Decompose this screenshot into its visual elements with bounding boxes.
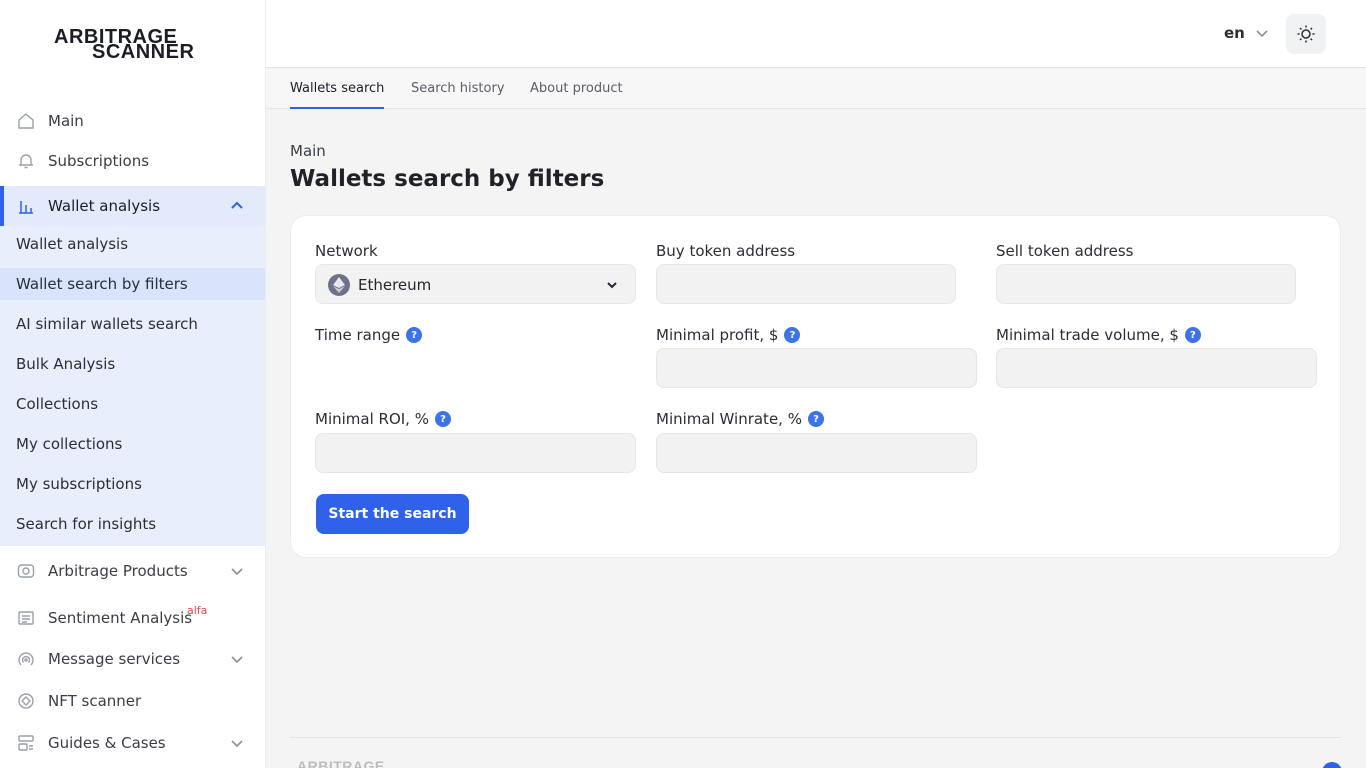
tab-about-product[interactable]: About product [530, 69, 623, 108]
sidebar: ARBITRAGE SCANNER Main Subscriptions Wal… [0, 0, 266, 768]
sidebar-item-guides-cases[interactable]: Guides & Cases [0, 723, 265, 763]
help-icon[interactable]: ? [434, 411, 451, 427]
logo-line-2: SCANNER [92, 41, 195, 63]
active-indicator [0, 186, 4, 226]
chevron-down-icon [1256, 30, 1268, 38]
sidebar-item-sentiment-analysis[interactable]: Sentiment Analysis alfa [0, 598, 265, 638]
sidebar-item-label: Arbitrage Products [48, 562, 188, 580]
sidebar-item-nft-scanner[interactable]: NFT scanner [0, 681, 265, 721]
language-selector[interactable]: en [1224, 24, 1269, 42]
submenu-item-collections[interactable]: Collections [0, 388, 265, 420]
sell-token-input[interactable] [997, 265, 1295, 303]
help-icon[interactable]: ? [807, 411, 824, 427]
tab-bar: Wallets search Search history About prod… [266, 69, 1366, 109]
submenu-item-my-subscriptions[interactable]: My subscriptions [0, 468, 265, 500]
min-winrate-label: Minimal Winrate, % ? [656, 410, 824, 428]
min-roi-label-text: Minimal ROI, % [315, 410, 429, 428]
min-roi-input[interactable] [316, 434, 635, 472]
min-profit-label: Minimal profit, $ ? [656, 326, 801, 344]
ethereum-icon [328, 274, 350, 296]
sidebar-item-label: NFT scanner [48, 692, 142, 710]
support-chat-button[interactable] [1322, 762, 1342, 768]
submenu-item-wallet-analysis[interactable]: Wallet analysis [0, 228, 265, 260]
network-label-text: Network [315, 242, 378, 260]
broadcast-icon [16, 649, 36, 669]
submenu-item-ai-similar-wallets[interactable]: AI similar wallets search [0, 308, 265, 340]
min-winrate-field[interactable] [656, 433, 977, 473]
sell-token-label-text: Sell token address [996, 242, 1134, 260]
help-icon[interactable]: ? [1184, 327, 1201, 343]
network-label: Network [315, 242, 378, 260]
chart-bar-icon [16, 196, 36, 216]
footer-divider [290, 737, 1341, 738]
sidebar-item-arbitrage-products[interactable]: Arbitrage Products [0, 551, 265, 591]
sidebar-item-label: Wallet analysis [48, 197, 161, 215]
min-profit-field[interactable] [656, 348, 977, 388]
buy-token-input[interactable] [657, 265, 955, 303]
submenu-item-search-for-insights[interactable]: Search for insights [0, 508, 265, 540]
submenu-item-my-collections[interactable]: My collections [0, 428, 265, 460]
arbitrage-scanner-logo[interactable]: ARBITRAGE SCANNER [54, 26, 212, 66]
newspaper-icon [16, 608, 36, 628]
min-volume-field[interactable] [996, 348, 1317, 388]
sidebar-item-label: Guides & Cases [48, 734, 166, 752]
sidebar-item-label: Main [48, 112, 84, 130]
chevron-up-icon[interactable] [229, 198, 245, 214]
bell-icon [16, 151, 36, 171]
buy-token-field[interactable] [656, 264, 956, 304]
top-header: en [266, 0, 1366, 68]
chevron-down-icon [605, 278, 619, 296]
start-search-button[interactable]: Start the search [316, 494, 469, 534]
chevron-down-icon[interactable] [229, 563, 245, 579]
guide-icon [16, 733, 36, 753]
min-volume-label-text: Minimal trade volume, $ [996, 326, 1179, 344]
submenu-item-bulk-analysis[interactable]: Bulk Analysis [0, 348, 265, 380]
tab-search-history[interactable]: Search history [411, 69, 505, 108]
tab-wallets-search[interactable]: Wallets search [290, 69, 385, 109]
chevron-down-icon[interactable] [229, 651, 245, 667]
theme-toggle-button[interactable] [1286, 14, 1326, 54]
time-range-label-text: Time range [315, 326, 401, 344]
wallet-analysis-submenu: Wallet analysis Wallet search by filters… [0, 226, 265, 546]
sidebar-item-main[interactable]: Main [0, 101, 265, 141]
sidebar-item-subscriptions[interactable]: Subscriptions [0, 141, 265, 181]
sidebar-item-label: Subscriptions [48, 152, 150, 170]
eye-icon [16, 561, 36, 581]
min-winrate-input[interactable] [657, 434, 976, 472]
filters-card: Network Ethereum Buy token address Sell … [290, 215, 1341, 558]
sidebar-item-message-services[interactable]: Message services [0, 639, 265, 679]
min-roi-field[interactable] [315, 433, 636, 473]
help-icon[interactable]: ? [784, 327, 801, 343]
sun-icon [1297, 25, 1315, 43]
chevron-down-icon[interactable] [229, 735, 245, 751]
help-icon[interactable]: ? [406, 327, 423, 343]
buy-token-label-text: Buy token address [656, 242, 796, 260]
breadcrumb[interactable]: Main [290, 142, 326, 160]
network-value: Ethereum [358, 276, 432, 294]
min-profit-label-text: Minimal profit, $ [656, 326, 779, 344]
network-select[interactable]: Ethereum [315, 264, 636, 304]
buy-token-label: Buy token address [656, 242, 795, 260]
min-profit-input[interactable] [657, 349, 976, 387]
alfa-badge: alfa [187, 604, 208, 617]
sidebar-item-label: Sentiment Analysis [48, 609, 193, 627]
submenu-item-wallet-search-by-filters[interactable]: Wallet search by filters [0, 268, 265, 300]
sell-token-label: Sell token address [996, 242, 1134, 260]
language-value: en [1224, 24, 1245, 42]
min-winrate-label-text: Minimal Winrate, % [656, 410, 802, 428]
nft-icon [16, 691, 36, 711]
sidebar-item-wallet-analysis[interactable]: Wallet analysis [0, 186, 265, 226]
footer-logo: ARBITRAGE [297, 758, 385, 768]
home-icon [16, 111, 36, 131]
time-range-label: Time range ? [315, 326, 423, 344]
min-volume-label: Minimal trade volume, $ ? [996, 326, 1201, 344]
min-roi-label: Minimal ROI, % ? [315, 410, 451, 428]
sidebar-item-label: Message services [48, 650, 181, 668]
min-volume-input[interactable] [997, 349, 1316, 387]
page-title: Wallets search by filters [290, 166, 605, 192]
sell-token-field[interactable] [996, 264, 1296, 304]
